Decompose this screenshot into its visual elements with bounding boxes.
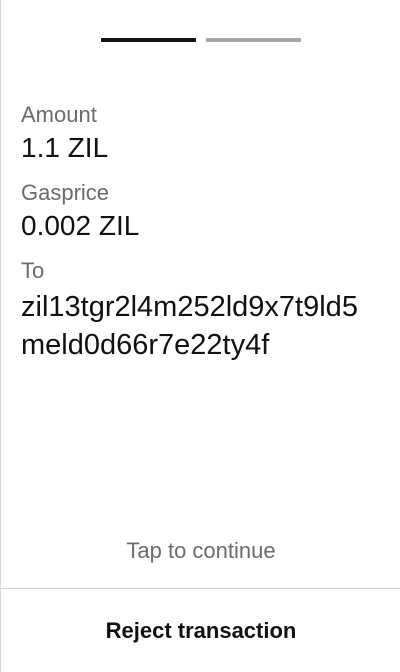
gasprice-value: 0.002 ZIL [21,210,140,241]
transaction-confirmation-screen: Amount 1.1 ZIL Gasprice 0.002 ZIL To zil… [0,0,400,672]
reject-transaction-button[interactable]: Reject transaction [1,589,400,672]
step-indicator-active-segment [101,38,196,42]
step-indicator [101,38,301,42]
amount-label: Amount [21,102,97,127]
gasprice-label: Gasprice [21,180,110,205]
amount-value: 1.1 ZIL [21,132,109,163]
recipient-label: To [21,258,45,283]
transaction-details: Amount 1.1 ZIL Gasprice 0.002 ZIL To zil… [21,100,381,376]
recipient-address: zil13tgr2l4m252ld9x7t9ld5meld0d66r7e22ty… [21,291,358,361]
tap-to-continue-hint[interactable]: Tap to continue [1,536,400,566]
step-indicator-inactive-segment [206,38,301,42]
